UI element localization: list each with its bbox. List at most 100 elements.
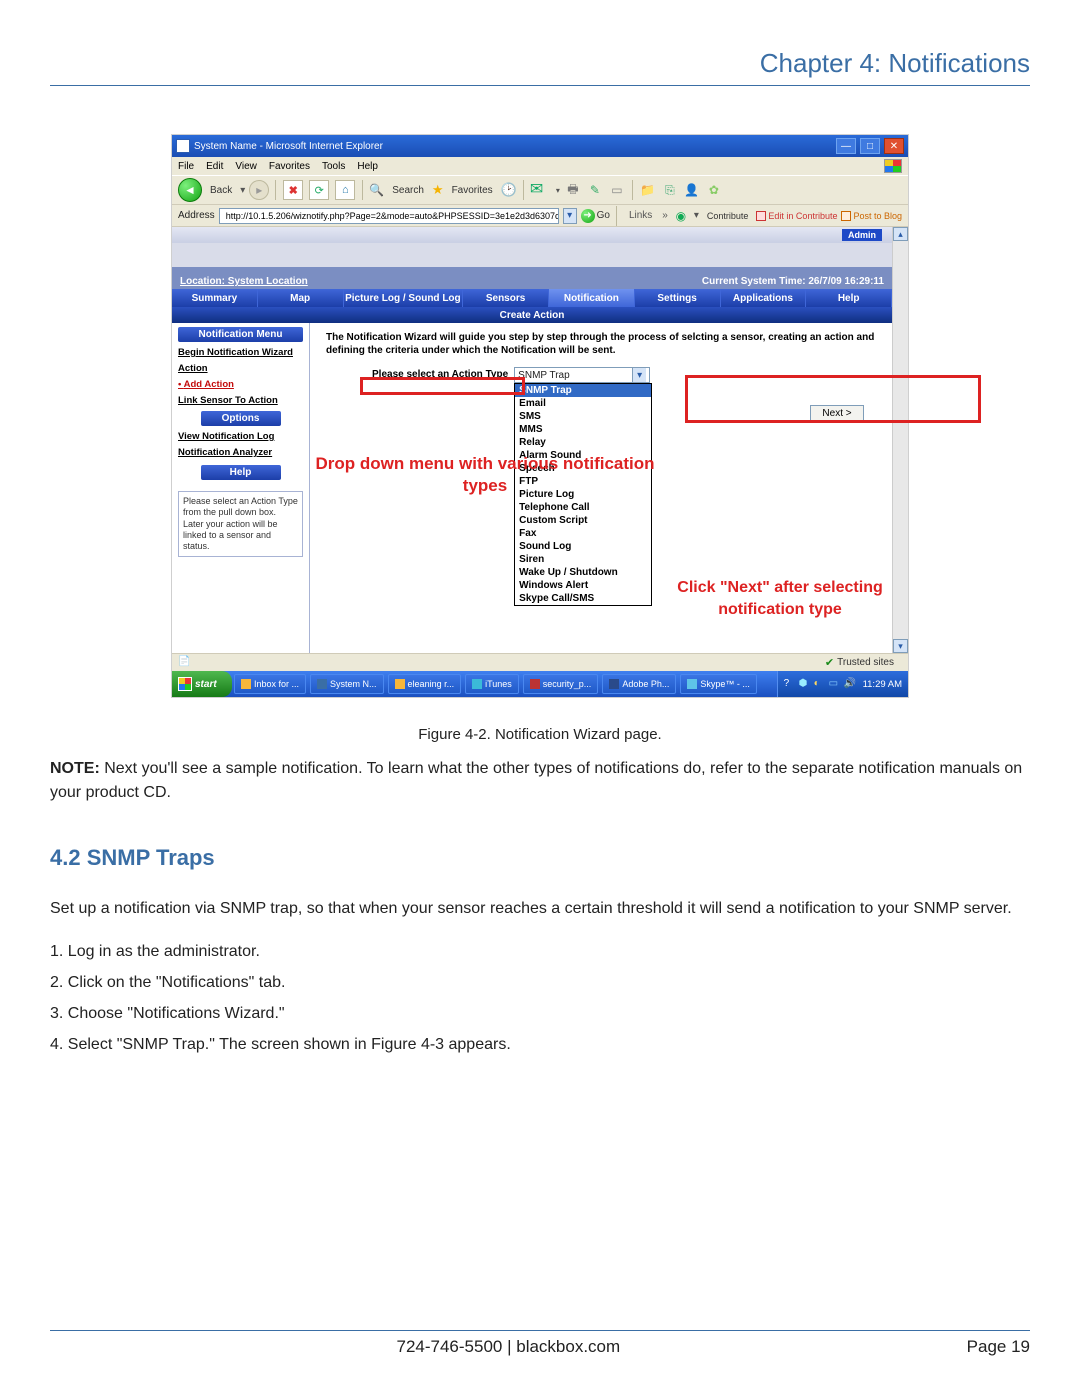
option-snmp-trap[interactable]: SNMP Trap — [515, 384, 651, 397]
start-button[interactable]: start — [172, 671, 232, 697]
tray-volume-icon[interactable]: 🔊 — [844, 678, 856, 690]
tray-network-icon[interactable]: ◐ — [814, 678, 826, 690]
favorites-icon[interactable]: ★ — [432, 182, 444, 198]
extra-icon[interactable]: ✿ — [705, 181, 723, 199]
note-text: Next you'll see a sample notification. T… — [50, 760, 1022, 801]
scroll-up-icon[interactable]: ▴ — [893, 227, 908, 241]
stop-icon[interactable]: ✖ — [283, 180, 303, 200]
sidebar-view-log[interactable]: View Notification Log — [178, 431, 303, 442]
menu-help[interactable]: Help — [357, 161, 378, 172]
ie-icon — [176, 139, 190, 153]
sidebar-add-action[interactable]: Add Action — [178, 379, 303, 390]
paragraph-intro: Set up a notification via SNMP trap, so … — [50, 897, 1030, 922]
annotation-dropdown-text: Drop down menu with various notification… — [310, 453, 660, 497]
tab-applications[interactable]: Applications — [721, 289, 807, 307]
option-email[interactable]: Email — [515, 397, 651, 410]
taskbar-item[interactable]: Skype™ - ... — [680, 674, 757, 694]
option-windows-alert[interactable]: Windows Alert — [515, 579, 651, 592]
option-telephone-call[interactable]: Telephone Call — [515, 501, 651, 514]
go-button[interactable]: ➜Go — [581, 209, 610, 223]
favorites-label[interactable]: Favorites — [448, 185, 497, 196]
contribute-label[interactable]: Contribute — [703, 211, 753, 221]
tab-help[interactable]: Help — [806, 289, 892, 307]
edit-in-contribute[interactable]: Edit in Contribute — [756, 211, 837, 221]
norton-icon[interactable]: ◉ — [672, 207, 690, 225]
sidebar-help-button[interactable]: Help — [201, 465, 281, 480]
tab-picturelog[interactable]: Picture Log / Sound Log — [344, 289, 464, 307]
ie-window-title: System Name - Microsoft Internet Explore… — [194, 141, 383, 152]
tray-display-icon[interactable]: ▭ — [829, 678, 841, 690]
sidebar-action-head[interactable]: Action — [178, 363, 303, 374]
option-fax[interactable]: Fax — [515, 527, 651, 540]
address-input[interactable]: http://10.1.5.206/wiznotify.php?Page=2&m… — [219, 208, 559, 224]
menu-favorites[interactable]: Favorites — [269, 161, 310, 172]
tab-map[interactable]: Map — [258, 289, 344, 307]
sidebar-note: Please select an Action Type from the pu… — [178, 491, 303, 557]
option-skype[interactable]: Skype Call/SMS — [515, 592, 651, 605]
back-button-icon[interactable]: ◄ — [178, 178, 202, 202]
discuss-icon[interactable]: ▭ — [608, 181, 626, 199]
taskbar-item[interactable]: Adobe Ph... — [602, 674, 676, 694]
option-siren[interactable]: Siren — [515, 553, 651, 566]
folder-icon[interactable]: 📁 — [639, 181, 657, 199]
tab-settings[interactable]: Settings — [635, 289, 721, 307]
system-time: Current System Time: 26/7/09 16:29:11 — [702, 276, 884, 287]
option-relay[interactable]: Relay — [515, 436, 651, 449]
admin-badge[interactable]: Admin — [842, 229, 882, 241]
option-wakeup[interactable]: Wake Up / Shutdown — [515, 566, 651, 579]
mail-icon[interactable]: ✉ — [530, 179, 552, 201]
create-action-header: Create Action — [172, 307, 892, 323]
sidebar-options-button[interactable]: Options — [201, 411, 281, 426]
location-link[interactable]: Location: System Location — [180, 276, 308, 287]
option-mms[interactable]: MMS — [515, 423, 651, 436]
sidebar-link-sensor[interactable]: Link Sensor To Action — [178, 395, 303, 406]
history-icon[interactable]: 🕑 — [501, 182, 517, 198]
menu-file[interactable]: File — [178, 161, 194, 172]
maximize-button[interactable]: □ — [860, 138, 880, 154]
taskbar-item[interactable]: Inbox for ... — [234, 674, 306, 694]
chevron-down-icon[interactable]: ▾ — [632, 368, 646, 382]
address-dropdown-icon[interactable]: ▾ — [563, 208, 577, 224]
search-icon[interactable]: 🔍 — [369, 183, 384, 197]
option-custom-script[interactable]: Custom Script — [515, 514, 651, 527]
post-to-blog[interactable]: Post to Blog — [841, 211, 902, 221]
menu-edit[interactable]: Edit — [206, 161, 223, 172]
refresh-icon[interactable]: ⟳ — [309, 180, 329, 200]
option-sound-log[interactable]: Sound Log — [515, 540, 651, 553]
tray-help-icon[interactable]: ? — [784, 678, 796, 690]
edit-icon[interactable]: ✎ — [586, 181, 604, 199]
print-icon[interactable]: 🖶 — [564, 181, 582, 199]
home-icon[interactable]: ⌂ — [335, 180, 355, 200]
search-label[interactable]: Search — [388, 185, 428, 196]
sidebar-begin-wizard[interactable]: Begin Notification Wizard — [178, 347, 303, 358]
taskbar-item[interactable]: eleaning r... — [388, 674, 462, 694]
taskbar-item[interactable]: System N... — [310, 674, 384, 694]
steps-list: 1. Log in as the administrator. 2. Click… — [50, 936, 1030, 1061]
menu-tools[interactable]: Tools — [322, 161, 345, 172]
taskbar-item[interactable]: security_p... — [523, 674, 599, 694]
scroll-down-icon[interactable]: ▾ — [893, 639, 908, 653]
menu-view[interactable]: View — [235, 161, 257, 172]
forward-button[interactable]: ▸ — [249, 180, 269, 200]
sidebar-analyzer[interactable]: Notification Analyzer — [178, 447, 303, 458]
note-paragraph: NOTE: Next you'll see a sample notificat… — [50, 757, 1030, 805]
tab-sensors[interactable]: Sensors — [463, 289, 549, 307]
tray-shield-icon[interactable]: ⬢ — [799, 678, 811, 690]
minimize-button[interactable]: — — [836, 138, 856, 154]
tab-notification[interactable]: Notification — [549, 289, 635, 307]
trusted-sites[interactable]: ✔Trusted sites — [825, 656, 902, 669]
taskbar-item[interactable]: iTunes — [465, 674, 519, 694]
system-tray[interactable]: ? ⬢ ◐ ▭ 🔊 11:29 AM — [777, 671, 908, 697]
research-icon[interactable]: ⎘ — [661, 181, 679, 199]
page-icon: 📄 — [178, 656, 192, 670]
tab-summary[interactable]: Summary — [172, 289, 258, 307]
footer-site: blackbox.com — [516, 1337, 620, 1356]
ie-addressbar: Address http://10.1.5.206/wiznotify.php?… — [172, 205, 908, 227]
next-button[interactable]: Next > — [810, 405, 864, 421]
messenger-icon[interactable]: 👤 — [683, 181, 701, 199]
back-button-label[interactable]: Back — [206, 185, 236, 196]
option-sms[interactable]: SMS — [515, 410, 651, 423]
close-button[interactable]: ✕ — [884, 138, 904, 154]
windows-logo-icon — [884, 159, 902, 173]
links-label[interactable]: Links — [623, 210, 658, 221]
